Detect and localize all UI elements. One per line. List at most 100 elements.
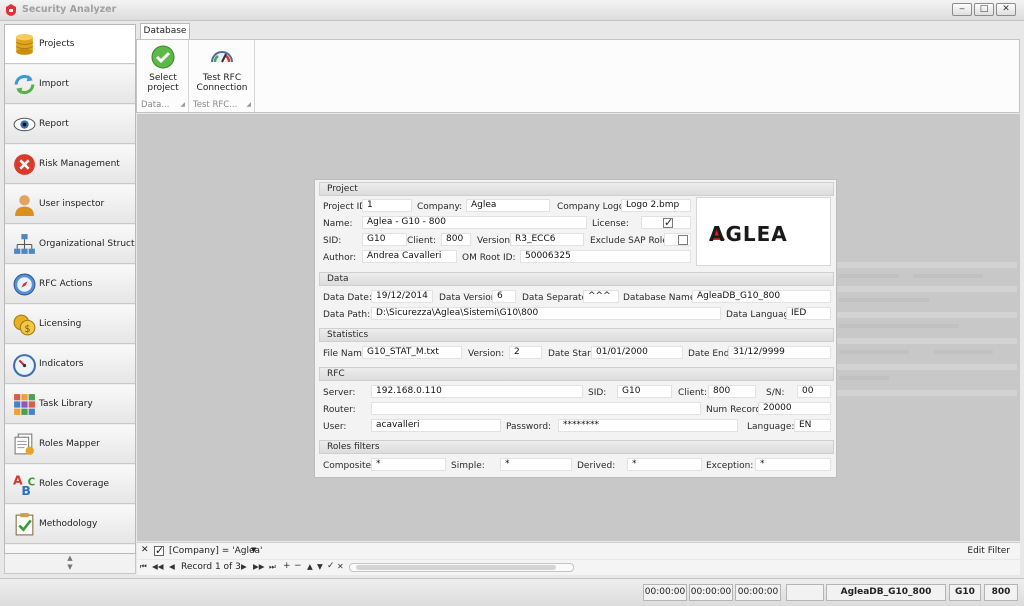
company-logo-field[interactable]: Logo 2.bmp [621, 199, 691, 212]
num-records-field[interactable]: 20000 [758, 402, 831, 415]
nav-item-more[interactable] [5, 545, 135, 553]
status-database: AgleaDB_G10_800 [826, 584, 946, 601]
server-field[interactable]: 192.168.0.110 [371, 385, 583, 398]
author-field[interactable]: Andrea Cavalleri [362, 250, 457, 263]
timer-2: 00:00:00 [689, 584, 733, 601]
apply-edit-button[interactable]: ✓ [327, 561, 335, 571]
date-start-field[interactable]: 01/01/2000 [591, 346, 683, 359]
section-statistics-title: Statistics [319, 328, 834, 342]
tab-database[interactable]: Database [140, 23, 190, 40]
sid-label: SID: [323, 236, 342, 246]
minimize-button[interactable]: ‒ [952, 3, 972, 16]
nav-item-roles-mapper[interactable]: Roles Mapper [5, 425, 135, 464]
password-field[interactable]: ******** [558, 419, 738, 432]
nav-scroll-down-button[interactable]: ▼ [5, 563, 135, 572]
document-stack-icon [14, 433, 34, 455]
maximize-button[interactable]: □ [974, 3, 994, 16]
nav-item-projects[interactable]: Projects [5, 25, 135, 64]
rfc-sid-field[interactable]: G10 [617, 385, 672, 398]
next-record-button[interactable]: ▶ [241, 562, 247, 571]
date-end-label: Date End: [688, 349, 733, 359]
exclude-sap-roles-checkbox[interactable] [678, 235, 688, 245]
nav-item-methodology[interactable]: Methodology [5, 505, 135, 544]
nav-scroll-up-button[interactable]: ▲ [5, 554, 135, 563]
database-name-label: Database Name: [623, 293, 699, 303]
version-field[interactable]: R3_ECC6 [510, 233, 584, 246]
name-label: Name: [323, 219, 353, 229]
refresh-icon [14, 74, 35, 95]
move-up-button[interactable]: ▲ [307, 562, 313, 571]
add-record-button[interactable]: + [283, 561, 291, 571]
error-icon [14, 154, 35, 175]
nav-item-roles-coverage[interactable]: ABC Roles Coverage [5, 465, 135, 504]
file-name-field[interactable]: G10_STAT_M.txt [362, 346, 462, 359]
nav-item-task-library[interactable]: Task Library [5, 385, 135, 424]
move-down-button[interactable]: ▼ [317, 562, 323, 571]
data-date-field[interactable]: 19/12/2014 [371, 290, 433, 303]
previous-record-button[interactable]: ◀ [169, 562, 175, 571]
nav-item-import[interactable]: Import [5, 65, 135, 104]
data-path-label: Data Path: [323, 310, 371, 320]
nav-item-risk-management[interactable]: Risk Management [5, 145, 135, 184]
database-icon [15, 34, 34, 55]
data-version-field[interactable]: 6 [492, 290, 516, 303]
company-field[interactable]: Aglea [466, 199, 550, 212]
cancel-edit-button[interactable]: ✕ [337, 562, 344, 571]
navigation-pane: Projects Import Report Risk Management U… [4, 24, 136, 554]
filter-dropdown-icon[interactable]: ▼ [251, 546, 256, 554]
close-button[interactable]: ✕ [996, 3, 1016, 16]
clear-filter-icon[interactable]: ✕ [141, 545, 149, 555]
project-id-field[interactable]: 1 [362, 199, 412, 212]
last-record-button[interactable]: ⏭ [269, 562, 276, 572]
derived-field[interactable]: * [627, 458, 702, 471]
shield-icon [6, 4, 16, 16]
exception-field[interactable]: * [755, 458, 831, 471]
group-launcher-icon[interactable]: ◢ [180, 101, 185, 108]
horizontal-scrollbar[interactable] [349, 563, 574, 572]
sid-field[interactable]: G10 [362, 233, 407, 246]
previous-page-button[interactable]: ◀◀ [152, 562, 164, 571]
nav-item-user-inspector[interactable]: User inspector [5, 185, 135, 224]
test-rfc-label-2: Connection [196, 83, 248, 93]
select-project-button[interactable]: Select project [140, 45, 186, 93]
nav-item-licensing[interactable]: $ Licensing [5, 305, 135, 344]
nav-item-organizational-structure[interactable]: Organizational Structure [5, 225, 135, 264]
nav-label: User inspector [39, 199, 105, 209]
nav-label: Roles Coverage [39, 479, 110, 489]
nav-label: Roles Mapper [39, 439, 100, 449]
date-end-field[interactable]: 31/12/9999 [728, 346, 831, 359]
title-bar: Security Analyzer ‒ □ ✕ [0, 0, 1024, 21]
filter-enable-checkbox[interactable] [154, 544, 164, 557]
nav-item-report[interactable]: Report [5, 105, 135, 144]
client-field[interactable]: 800 [441, 233, 471, 246]
rfc-client-field[interactable]: 800 [708, 385, 756, 398]
data-date-label: Data Date: [323, 293, 372, 303]
data-separator-field[interactable]: ^^^ [583, 290, 619, 303]
sn-field[interactable]: 00 [797, 385, 831, 398]
exception-label: Exception: [706, 461, 754, 471]
data-language-field[interactable]: IED [786, 307, 831, 320]
nav-item-rfc-actions[interactable]: RFC Actions [5, 265, 135, 304]
remove-record-button[interactable]: − [294, 561, 302, 571]
license-checkbox[interactable] [663, 216, 673, 229]
group-launcher-icon[interactable]: ◢ [246, 101, 251, 108]
nav-item-indicators[interactable]: Indicators [5, 345, 135, 384]
name-field[interactable]: Aglea - G10 - 800 [362, 216, 587, 229]
user-field[interactable]: acavalleri [371, 419, 501, 432]
status-bar: 00:00:00 00:00:00 00:00:00 AgleaDB_G10_8… [0, 578, 1024, 606]
rfc-sid-label: SID: [588, 388, 607, 398]
language-field[interactable]: EN [794, 419, 831, 432]
scrollbar-thumb[interactable] [356, 565, 556, 570]
om-root-id-field[interactable]: 50006325 [520, 250, 691, 263]
data-path-field[interactable]: D:\Sicurezza\Aglea\Sistemi\G10\800 [371, 307, 721, 320]
database-name-field[interactable]: AgleaDB_G10_800 [692, 290, 831, 303]
edit-filter-button[interactable]: Edit Filter [967, 546, 1010, 556]
gauge-icon [13, 354, 36, 377]
simple-field[interactable]: * [500, 458, 572, 471]
router-field[interactable] [371, 402, 701, 415]
statistics-version-field[interactable]: 2 [509, 346, 542, 359]
composite-field[interactable]: * [371, 458, 446, 471]
first-record-button[interactable]: ⏮ [140, 562, 147, 572]
test-rfc-connection-button[interactable]: Test RFC Connection [193, 45, 251, 93]
next-page-button[interactable]: ▶▶ [253, 562, 265, 571]
